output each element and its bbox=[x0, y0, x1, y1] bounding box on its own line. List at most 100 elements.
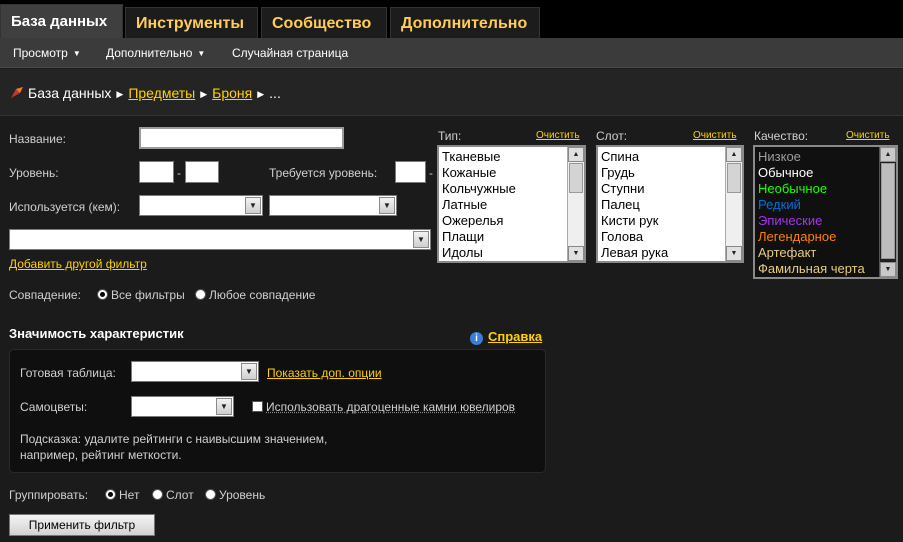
type-option[interactable]: Тканевые bbox=[442, 149, 564, 165]
filter-criteria-select[interactable]: ▼ bbox=[9, 229, 431, 250]
help-link[interactable]: Справка bbox=[488, 329, 542, 344]
breadcrumb-more[interactable]: ... bbox=[269, 85, 281, 101]
scroll-up-icon[interactable]: ▲ bbox=[726, 147, 742, 162]
name-label: Название: bbox=[9, 132, 66, 146]
chevron-right-icon: ▶ bbox=[257, 89, 265, 99]
help-link-wrap[interactable]: i Справка bbox=[470, 329, 542, 345]
scroll-thumb[interactable] bbox=[569, 163, 583, 193]
type-listbox[interactable]: Тканевые Кожаные Кольчужные Латные Ожерелья П… bbox=[437, 145, 586, 263]
show-options-link[interactable]: Показать доп. опции bbox=[267, 366, 382, 380]
scroll-thumb[interactable] bbox=[727, 163, 741, 193]
slot-option[interactable]: Голова bbox=[601, 229, 722, 245]
dropdown-arrow-icon: ▼ bbox=[245, 197, 261, 214]
radio-icon[interactable] bbox=[195, 289, 206, 300]
breadcrumb-armor[interactable]: Броня bbox=[212, 85, 252, 101]
group-none-label: Нет bbox=[119, 488, 140, 502]
preset-select[interactable]: ▼ bbox=[131, 361, 259, 382]
scroll-down-icon[interactable]: ▼ bbox=[880, 262, 896, 277]
quality-clear-link[interactable]: Очистить bbox=[846, 130, 890, 141]
breadcrumb-root: База данных bbox=[28, 85, 112, 101]
match-any-option[interactable]: Любое совпадение bbox=[195, 288, 315, 302]
subnav-more[interactable]: Дополнительно ▼ bbox=[106, 38, 205, 68]
tab-community[interactable]: Сообщество bbox=[261, 7, 387, 38]
slot-option[interactable]: Ступни bbox=[601, 181, 722, 197]
subnav-browse[interactable]: Просмотр ▼ bbox=[13, 38, 81, 68]
info-icon: i bbox=[470, 332, 483, 345]
type-option[interactable]: Кожаные bbox=[442, 165, 564, 181]
slot-listbox[interactable]: Спина Грудь Ступни Палец Кисти рук Голова Лева… bbox=[596, 145, 744, 263]
slot-clear-link[interactable]: Очистить bbox=[693, 130, 737, 141]
slot-list-label: Слот: bbox=[596, 129, 628, 143]
type-option[interactable]: Плащи bbox=[442, 229, 564, 245]
radio-selected-icon[interactable] bbox=[105, 489, 116, 500]
quality-listbox[interactable]: Низкое Обычное Необычное Редкий Эпические Лег… bbox=[753, 145, 898, 279]
group-slot-option[interactable]: Слот bbox=[152, 488, 194, 502]
used-by-select[interactable]: ▼ bbox=[139, 195, 263, 216]
add-filter-link[interactable]: Добавить другой фильтр bbox=[9, 257, 147, 271]
slot-option[interactable]: Грудь bbox=[601, 165, 722, 181]
subnav-browse-label: Просмотр bbox=[13, 46, 68, 60]
hint-line-2: например, рейтинг меткости. bbox=[20, 448, 182, 462]
type-list-label: Тип: bbox=[438, 129, 462, 143]
slot-option[interactable]: Спина bbox=[601, 149, 722, 165]
breadcrumb: База данных ▶ Предметы ▶ Броня ▶... bbox=[10, 85, 281, 101]
scroll-down-icon[interactable]: ▼ bbox=[568, 246, 584, 261]
gem-icon bbox=[11, 87, 23, 98]
group-level-option[interactable]: Уровень bbox=[205, 488, 265, 502]
used-by-label: Используется (кем): bbox=[9, 200, 121, 214]
type-option[interactable]: Ожерелья bbox=[442, 213, 564, 229]
dropdown-arrow-icon: ▼ bbox=[241, 363, 257, 380]
radio-selected-icon[interactable] bbox=[97, 289, 108, 300]
tab-tools[interactable]: Инструменты bbox=[125, 7, 258, 38]
tab-database[interactable]: База данных bbox=[0, 4, 123, 38]
scroll-down-icon[interactable]: ▼ bbox=[726, 246, 742, 261]
name-input[interactable] bbox=[139, 127, 344, 149]
apply-filter-button[interactable]: Применить фильтр bbox=[9, 514, 155, 536]
stat-weights-title: Значимость характеристик bbox=[9, 326, 184, 341]
jc-gems-option[interactable]: Использовать драгоценные камни ювелиров bbox=[252, 400, 515, 414]
level-max-input[interactable] bbox=[185, 161, 219, 183]
type-option[interactable]: Латные bbox=[442, 197, 564, 213]
quality-option[interactable]: Низкое bbox=[758, 149, 876, 165]
subnav-random-page[interactable]: Случайная страница bbox=[232, 38, 348, 68]
quality-option[interactable]: Артефакт bbox=[758, 245, 876, 261]
scrollbar[interactable]: ▲ ▼ bbox=[725, 147, 742, 261]
quality-option[interactable]: Эпические bbox=[758, 213, 876, 229]
slot-option[interactable]: Левая рука bbox=[601, 245, 722, 261]
quality-option[interactable]: Легендарное bbox=[758, 229, 876, 245]
scroll-thumb[interactable] bbox=[881, 163, 895, 259]
quality-option[interactable]: Необычное bbox=[758, 181, 876, 197]
quality-items: Низкое Обычное Необычное Редкий Эпические Лег… bbox=[758, 149, 876, 277]
quality-option[interactable]: Фамильная черта bbox=[758, 261, 876, 277]
level-min-input[interactable] bbox=[139, 161, 174, 183]
radio-icon[interactable] bbox=[152, 489, 163, 500]
quality-list-label: Качество: bbox=[754, 129, 809, 143]
slot-option[interactable]: Кисти рук bbox=[601, 213, 722, 229]
gems-select[interactable]: ▼ bbox=[131, 396, 234, 417]
scrollbar[interactable]: ▲ ▼ bbox=[879, 147, 896, 277]
group-none-option[interactable]: Нет bbox=[105, 488, 139, 502]
chevron-right-icon: ▶ bbox=[200, 89, 208, 99]
type-option[interactable]: Идолы bbox=[442, 245, 564, 261]
scroll-up-icon[interactable]: ▲ bbox=[880, 147, 896, 162]
slot-option[interactable]: Палец bbox=[601, 197, 722, 213]
sub-nav: Просмотр ▼ Дополнительно ▼ Случайная стран… bbox=[0, 38, 903, 68]
type-option[interactable]: Кольчужные bbox=[442, 181, 564, 197]
tab-more[interactable]: Дополнительно bbox=[390, 7, 540, 38]
type-clear-link[interactable]: Очистить bbox=[536, 130, 580, 141]
breadcrumb-items[interactable]: Предметы bbox=[128, 85, 195, 101]
scrollbar[interactable]: ▲ ▼ bbox=[567, 147, 584, 261]
gems-label: Самоцветы: bbox=[20, 400, 88, 414]
req-level-min-input[interactable] bbox=[395, 161, 426, 183]
match-all-option[interactable]: Все фильтры bbox=[97, 288, 185, 302]
used-by-sub-select[interactable]: ▼ bbox=[269, 195, 397, 216]
jc-gems-label: Использовать драгоценные камни ювелиров bbox=[266, 400, 516, 414]
quality-option[interactable]: Обычное bbox=[758, 165, 876, 181]
radio-icon[interactable] bbox=[205, 489, 216, 500]
checkbox-icon[interactable] bbox=[252, 401, 263, 412]
scroll-up-icon[interactable]: ▲ bbox=[568, 147, 584, 162]
group-level-label: Уровень bbox=[219, 488, 266, 502]
dropdown-arrow-icon: ▼ bbox=[379, 197, 395, 214]
match-any-label: Любое совпадение bbox=[209, 288, 316, 302]
quality-option[interactable]: Редкий bbox=[758, 197, 876, 213]
